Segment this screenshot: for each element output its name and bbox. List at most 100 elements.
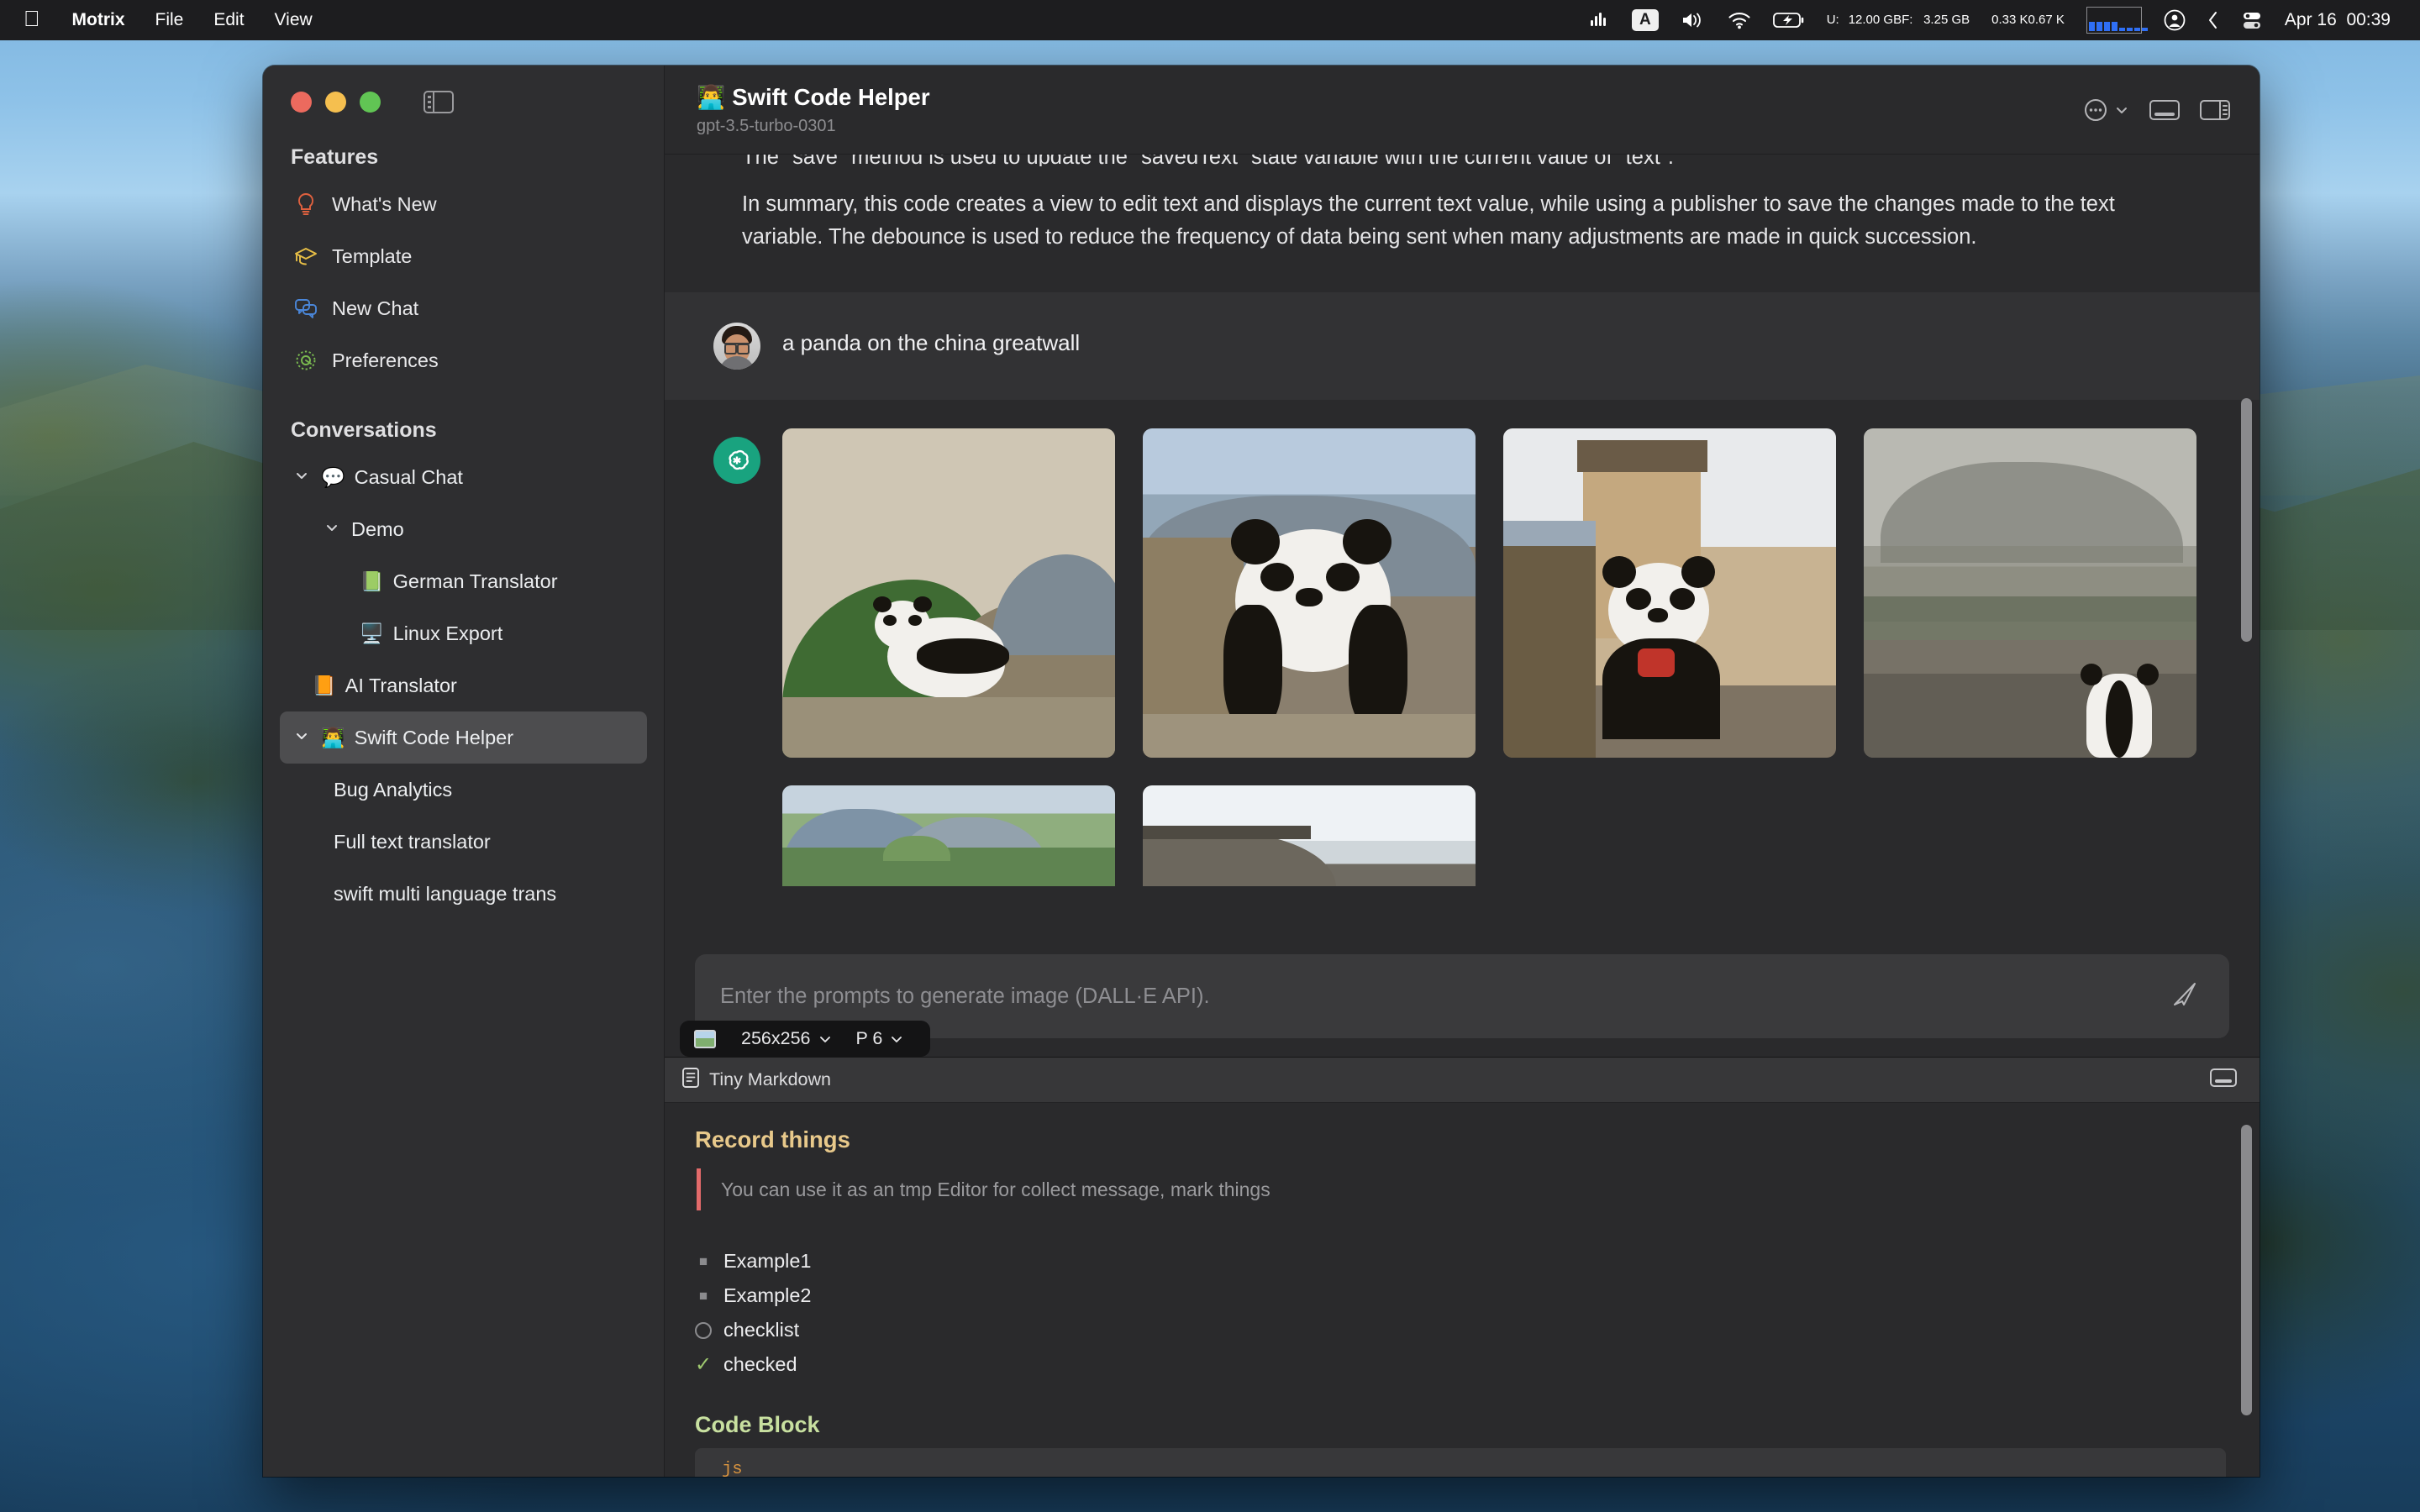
- volume-icon[interactable]: [1670, 0, 1717, 40]
- markdown-scrollbar[interactable]: [2241, 1125, 2252, 1415]
- sidebar-item-new-chat[interactable]: New Chat: [280, 282, 647, 334]
- image-grid: [782, 428, 2196, 886]
- graduation-cap-icon: [293, 245, 318, 267]
- assistant-message-paragraph: In summary, this code creates a view to …: [665, 188, 2260, 254]
- generated-image[interactable]: [1864, 428, 2196, 758]
- image-count-selector[interactable]: P 6: [844, 1028, 917, 1049]
- prompt-input[interactable]: Enter the prompts to generate image (DAL…: [720, 984, 2169, 1009]
- image-icon: [694, 1030, 716, 1048]
- menu-item-edit[interactable]: Edit: [198, 0, 259, 40]
- sidebar-item-label: Bug Analytics: [334, 779, 452, 801]
- gear-icon: [293, 349, 318, 372]
- battery-charging-icon[interactable]: [1762, 0, 1816, 40]
- green-book-emoji: 📗: [360, 570, 384, 593]
- generated-image[interactable]: [1503, 428, 1836, 758]
- sidebar-item-preferences[interactable]: Preferences: [280, 334, 647, 386]
- chevron-down-icon[interactable]: [293, 727, 312, 744]
- apple-menu-icon[interactable]: : [20, 0, 57, 40]
- list-item[interactable]: checklist: [695, 1313, 2260, 1347]
- page-title: 👨‍💻 Swift Code Helper: [697, 83, 930, 111]
- audio-levels-icon[interactable]: [1577, 0, 1621, 40]
- user-message: a panda on the china greatwall: [665, 292, 2260, 400]
- sidebar-item-template[interactable]: Template: [280, 230, 647, 282]
- markdown-heading: Record things: [695, 1126, 2260, 1153]
- account-circle-icon[interactable]: [2153, 0, 2196, 40]
- bullet-icon: ■: [695, 1288, 712, 1305]
- tiny-markdown-title: Tiny Markdown: [709, 1069, 831, 1090]
- clock-date: Apr 16: [2285, 10, 2337, 30]
- chat-scroll-area[interactable]: The "save" method is used to update the …: [665, 155, 2260, 944]
- cpu-bars-icon[interactable]: [2075, 0, 2153, 40]
- sidebar-item-bug-analytics[interactable]: Bug Analytics: [280, 764, 647, 816]
- memory-indicator[interactable]: U:12.00 GB F:3.25 GB: [1816, 0, 1981, 40]
- collapse-panel-icon: [2209, 1067, 2238, 1089]
- sidebar-item-swift-multi-language-trans[interactable]: swift multi language trans: [280, 868, 647, 920]
- markdown-code-heading: Code Block: [695, 1412, 2260, 1438]
- chevron-down-icon[interactable]: [324, 519, 342, 536]
- sidebar-item-casual-chat[interactable]: 💬 Casual Chat: [280, 451, 647, 503]
- chevron-down-icon: [818, 1032, 833, 1047]
- sidebar-item-label: What's New: [332, 193, 437, 216]
- app-window: Features What's New Template: [263, 66, 2260, 1477]
- network-indicator[interactable]: 0.33 K 0.67 K: [1981, 0, 2075, 40]
- menu-bar-clock[interactable]: Apr 16 00:39: [2274, 0, 2402, 40]
- chat-scrollbar[interactable]: [2241, 398, 2252, 642]
- minimize-button[interactable]: [325, 92, 346, 113]
- menu-item-app[interactable]: Motrix: [57, 0, 140, 40]
- chat-model-label: gpt-3.5-turbo-0301: [697, 117, 930, 136]
- toggle-bottom-panel-icon: [2149, 97, 2181, 123]
- sidebar-toggle-icon[interactable]: [424, 91, 454, 113]
- list-item[interactable]: ✓ checked: [695, 1347, 2260, 1382]
- sidebar-item-swift-code-helper[interactable]: 👨‍💻 Swift Code Helper: [280, 711, 647, 764]
- chevron-down-icon: [889, 1032, 904, 1047]
- sidebar-item-label: German Translator: [393, 570, 558, 593]
- toggle-bottom-panel-button[interactable]: [2149, 97, 2181, 123]
- list-item-label: checked: [723, 1353, 797, 1376]
- generated-image[interactable]: [1143, 428, 1476, 758]
- chevron-left-icon[interactable]: [2196, 0, 2230, 40]
- chat-bubble-emoji: 💬: [321, 466, 345, 489]
- clock-time: 00:39: [2346, 10, 2391, 30]
- close-button[interactable]: [291, 92, 312, 113]
- network-download-value: 0.67 K: [2028, 13, 2065, 28]
- generated-image[interactable]: [782, 785, 1115, 886]
- sidebar-item-ai-translator[interactable]: 📙 AI Translator: [280, 659, 647, 711]
- checkmark-icon[interactable]: ✓: [695, 1352, 712, 1377]
- image-size-selector[interactable]: 256x256: [729, 1028, 844, 1049]
- tiny-markdown-panel: Tiny Markdown Record things You can use …: [665, 1057, 2260, 1477]
- chat-bubbles-icon: [293, 297, 318, 319]
- toggle-right-panel-button[interactable]: [2199, 97, 2231, 123]
- collapse-panel-button[interactable]: [2209, 1067, 2238, 1094]
- toggle-right-panel-icon: [2199, 97, 2231, 123]
- menu-item-file[interactable]: File: [140, 0, 199, 40]
- zoom-button[interactable]: [360, 92, 381, 113]
- assistant-image-gallery: [665, 400, 2260, 886]
- generated-image[interactable]: [1143, 785, 1476, 886]
- bullet-icon: ■: [695, 1253, 712, 1270]
- tiny-markdown-body[interactable]: Record things You can use it as an tmp E…: [665, 1103, 2260, 1477]
- generated-image[interactable]: [782, 428, 1115, 758]
- control-center-icon[interactable]: [2230, 0, 2274, 40]
- sidebar-item-whats-new[interactable]: What's New: [280, 178, 647, 230]
- sidebar-item-label: Full text translator: [334, 831, 491, 853]
- more-options-button[interactable]: [2083, 97, 2130, 123]
- tiny-markdown-header: Tiny Markdown: [665, 1058, 2260, 1103]
- sidebar-item-label: New Chat: [332, 297, 418, 320]
- code-block: js console.log("Hello"): [695, 1448, 2226, 1477]
- markdown-blockquote: You can use it as an tmp Editor for coll…: [697, 1168, 2260, 1210]
- unchecked-checkbox-icon[interactable]: [695, 1322, 712, 1339]
- document-icon: [681, 1067, 700, 1094]
- sidebar-item-german-translator[interactable]: 📗 German Translator: [280, 555, 647, 607]
- sidebar-item-demo[interactable]: Demo: [280, 503, 647, 555]
- wifi-icon[interactable]: [1717, 0, 1762, 40]
- chevron-down-icon[interactable]: [293, 467, 312, 484]
- technologist-emoji: 👨‍💻: [697, 83, 725, 111]
- send-button[interactable]: [2169, 979, 2201, 1015]
- menu-item-view[interactable]: View: [260, 0, 328, 40]
- memory-free-label: F:: [1902, 13, 1917, 28]
- sidebar-item-linux-export[interactable]: 🖥️ Linux Export: [280, 607, 647, 659]
- sidebar-item-full-text-translator[interactable]: Full text translator: [280, 816, 647, 868]
- code-language-label: js: [722, 1460, 2226, 1477]
- chat-title-text: Swift Code Helper: [732, 84, 929, 111]
- input-source-indicator[interactable]: A: [1621, 0, 1670, 40]
